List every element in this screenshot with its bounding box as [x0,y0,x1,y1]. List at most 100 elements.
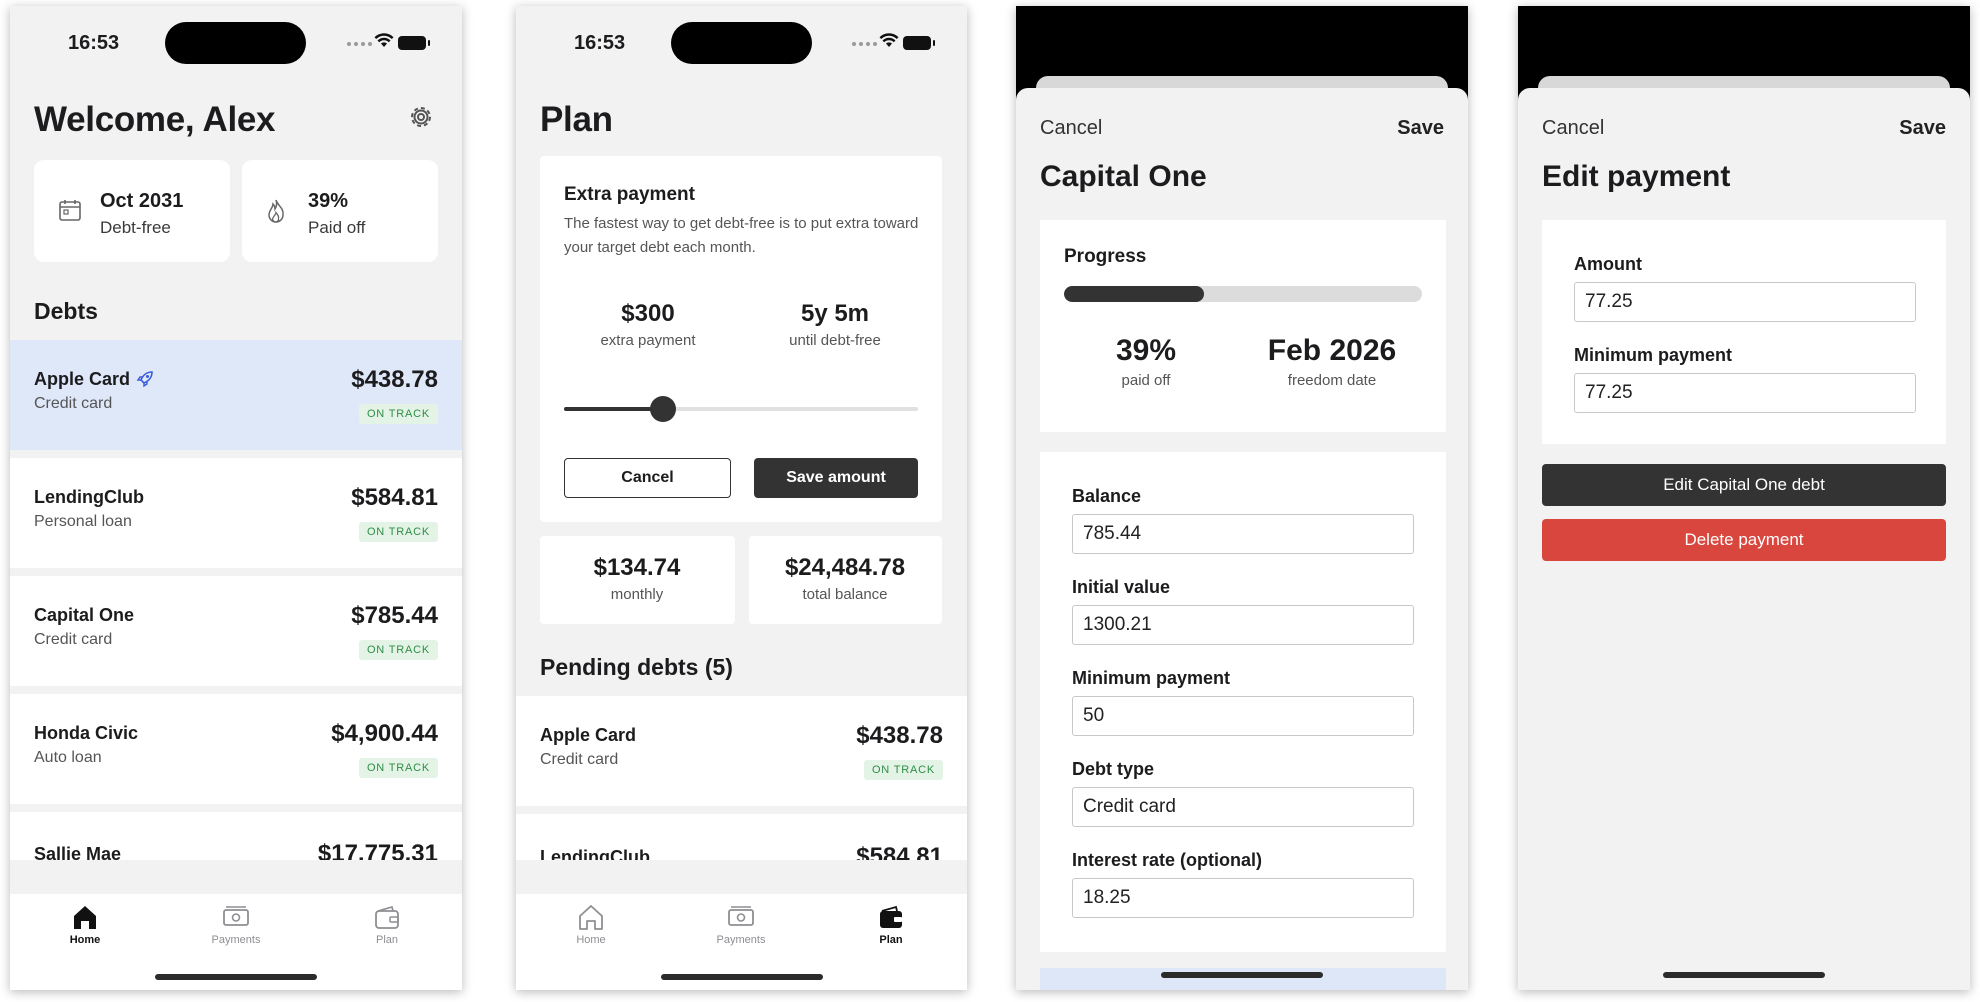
time-to-debt-free-value: 5y 5m [800,300,870,327]
minimum-payment-input[interactable] [1072,696,1414,736]
battery-icon [903,36,935,50]
freedom-date-value: Feb 2026 [1267,334,1397,367]
minimum-payment-input[interactable] [1574,373,1916,413]
slider-thumb[interactable] [650,396,677,422]
tab-payments[interactable]: Payments [691,904,791,946]
home-icon [579,905,603,930]
dynamic-island [165,22,306,64]
rocket-icon [136,371,153,388]
tab-label: Plan [879,934,903,946]
banknote-icon [223,906,249,926]
debt-amount: $584.81 [351,484,438,511]
initial-value-input[interactable] [1072,605,1414,645]
tab-label: Payments [211,934,261,946]
time-to-debt-free-label: until debt-free [789,332,881,349]
list-fade [516,860,967,894]
total-balance-label: total balance [802,586,888,603]
monthly-value: $134.74 [593,554,681,581]
extra-payment-label: extra payment [600,332,696,349]
paid-off-label: Paid off [308,218,366,237]
list-fade [10,860,462,894]
debt-type-select[interactable] [1072,787,1414,827]
dynamic-island [671,22,812,64]
save-button[interactable]: Save [1397,117,1444,140]
debt-type-label: Debt type [1072,759,1155,779]
home-indicator [1663,972,1825,978]
extra-payment-card: Extra payment The fastest way to get deb… [540,156,942,522]
debt-name: Capital One [34,605,135,625]
status-badge: ON TRACK [863,760,943,780]
debt-detail-screen: Cancel Save Capital One Progress 39% pai… [1016,6,1468,990]
progress-bar [1064,286,1422,302]
battery-icon [398,36,430,50]
page-title: Plan [540,100,613,139]
debt-name: LendingClub [34,487,144,507]
wifi-icon [879,33,899,47]
home-screen: 16:53 Welcome, Alex Oct 2031 Debt-free 3… [10,6,462,990]
extra-payment-value: $300 [621,300,675,327]
tab-home[interactable]: Home [35,904,135,946]
status-badge: ON TRACK [358,404,438,424]
tab-label: Home [69,934,101,946]
monthly-label: monthly [610,586,664,603]
cancel-button[interactable]: Cancel [1040,117,1102,140]
monthly-card: $134.74 monthly [540,536,735,624]
page-title: Welcome, Alex [34,100,276,139]
tab-bar: Home Payments Plan [10,894,462,990]
save-button[interactable]: Save [1899,117,1946,140]
banknote-icon [728,906,754,926]
tab-label: Payments [716,934,766,946]
tab-label: Home [576,934,606,946]
debt-free-label: Debt-free [100,218,171,237]
debt-name: Honda Civic [34,723,139,743]
debt-free-date: Oct 2031 [100,190,184,212]
amount-input[interactable] [1574,282,1916,322]
save-amount-button[interactable]: Save amount [754,458,918,498]
debt-type: Credit card [34,631,113,648]
gear-icon[interactable] [408,104,434,130]
pending-debts-heading: Pending debts (5) [540,654,733,680]
debt-amount: $4,900.44 [331,720,438,747]
debt-row-honda-civic[interactable]: Honda Civic Auto loan $4,900.44 ON TRACK [10,694,462,804]
debt-fields-card: Balance Initial value Minimum payment De… [1040,452,1446,952]
tab-plan[interactable]: Plan [841,904,941,946]
balance-label: Balance [1072,486,1142,506]
status-badge: ON TRACK [358,522,438,542]
progress-card: Progress 39% paid off Feb 2026 freedom d… [1040,220,1446,432]
pending-row-apple-card[interactable]: Apple Card Credit card $438.78 ON TRACK [516,696,967,806]
calendar-icon [59,200,81,221]
tab-payments[interactable]: Payments [186,904,286,946]
debt-type: Credit card [34,395,113,412]
debt-amount: $438.78 [351,366,438,393]
flame-icon [268,199,284,223]
home-indicator [1161,972,1323,978]
interest-rate-label: Interest rate (optional) [1072,850,1263,870]
freedom-date-label: freedom date [1287,372,1377,389]
minimum-payment-label: Minimum payment [1574,345,1733,365]
debt-amount: $438.78 [856,722,943,749]
edit-debt-button[interactable]: Edit Capital One debt [1542,464,1946,506]
paid-off-percent: 39% [308,190,349,212]
debt-type: Auto loan [34,749,102,766]
total-balance-card: $24,484.78 total balance [749,536,942,624]
extra-payment-slider[interactable] [564,407,918,411]
cancel-button[interactable]: Cancel [1542,117,1604,140]
debt-row-apple-card[interactable]: Apple Card Credit card $438.78 ON TRACK [10,340,462,450]
cancel-button[interactable]: Cancel [564,458,731,498]
balance-input[interactable] [1072,514,1414,554]
home-indicator [155,974,317,980]
status-time: 16:53 [68,32,120,54]
debt-free-date-card: Oct 2031 Debt-free [34,160,230,262]
initial-value-label: Initial value [1072,577,1171,597]
interest-rate-input[interactable] [1072,878,1414,918]
amount-label: Amount [1574,254,1642,274]
extra-payment-title: Extra payment [564,184,695,205]
tab-home[interactable]: Home [541,904,641,946]
debt-row-lendingclub[interactable]: LendingClub Personal loan $584.81 ON TRA… [10,458,462,568]
tab-plan[interactable]: Plan [337,904,437,946]
total-balance-value: $24,484.78 [784,554,906,581]
debt-row-capital-one[interactable]: Capital One Credit card $785.44 ON TRACK [10,576,462,686]
tab-label: Plan [375,934,399,946]
delete-payment-button[interactable]: Delete payment [1542,519,1946,561]
home-indicator [660,974,823,980]
